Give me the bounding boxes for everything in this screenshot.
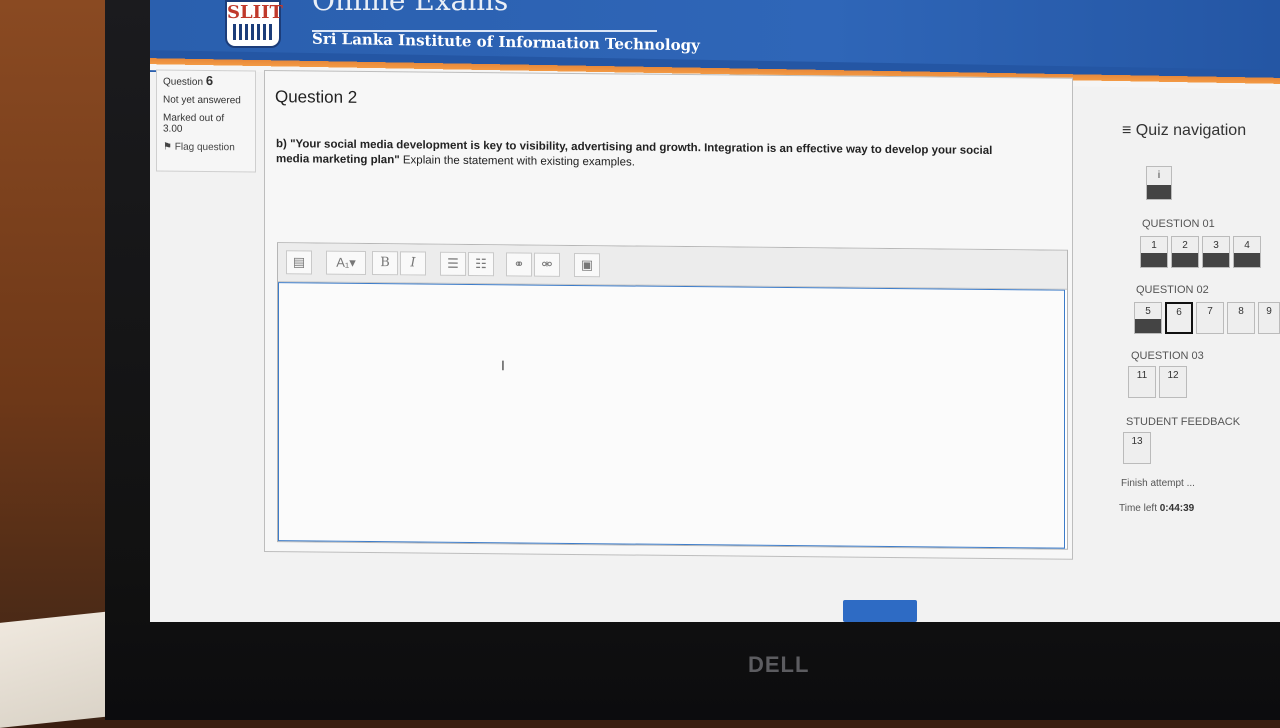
quiz-nav-button-13[interactable]: 13: [1123, 432, 1151, 464]
time-left: Time left 0:44:39: [1119, 503, 1195, 514]
quiz-nav-button-4[interactable]: 4: [1233, 236, 1261, 268]
unordered-list-button[interactable]: ☰: [440, 251, 466, 276]
section-label-student-feedback: STUDENT FEEDBACK: [1126, 416, 1241, 428]
marks-label: Marked out of: [163, 112, 225, 125]
quiz-nav-button-8[interactable]: 8: [1227, 302, 1255, 334]
question-text: b) "Your social media development is key…: [276, 138, 993, 169]
toggle-toolbar-button[interactable]: ▤: [286, 250, 312, 275]
flag-question-link[interactable]: ⚑ Flag question: [163, 142, 249, 154]
time-left-value: 0:44:39: [1159, 503, 1195, 514]
finish-attempt-link[interactable]: Finish attempt ...: [1121, 478, 1195, 489]
marks-value: 3.00: [163, 123, 183, 135]
ordered-list-button[interactable]: ☷: [468, 251, 494, 277]
next-page-button[interactable]: [843, 600, 917, 622]
quiz-nav-button-1[interactable]: 1: [1140, 236, 1168, 268]
question-card: Question 2 b) "Your social media develop…: [264, 70, 1073, 560]
answer-editor: ▤ A₁▾ B I ☰ ☷ ⚭ ⚮ ▣ I: [277, 242, 1068, 550]
laptop-screen: SLIIT Online Exams Sri Lanka Institute o…: [150, 0, 1280, 622]
question-number: 6: [205, 72, 214, 89]
unlink-icon: ⚮: [541, 256, 553, 272]
quiz-nav-button-12[interactable]: 12: [1159, 366, 1187, 398]
question-info-panel: Question 6 Not yet answered Marked out o…: [156, 69, 256, 173]
sliit-logo: SLIIT: [225, 0, 283, 48]
quiz-nav-button-9[interactable]: 9: [1258, 302, 1280, 334]
quiz-navigation-title: ≡ Quiz navigation: [1122, 122, 1247, 139]
image-icon: ▣: [580, 257, 594, 273]
quiz-nav-button-2[interactable]: 2: [1171, 236, 1199, 268]
quiz-nav-button-5[interactable]: 5: [1134, 302, 1162, 334]
quiz-nav-button-6[interactable]: 6: [1165, 302, 1193, 334]
numbered-list-icon: ☷: [475, 256, 487, 272]
section-label-question-02: QUESTION 02: [1136, 284, 1209, 296]
bullet-list-icon: ☰: [447, 255, 459, 271]
bold-button[interactable]: B: [372, 251, 398, 276]
italic-button[interactable]: I: [400, 251, 426, 276]
paragraph-styles-button[interactable]: A₁▾: [326, 250, 366, 275]
quiz-info-button[interactable]: i: [1146, 166, 1172, 200]
dell-logo: DELL: [748, 652, 810, 677]
question-title: Question 2: [275, 87, 358, 107]
quiz-navigation: ≡ Quiz navigation i QUESTION 01 1 2 3 4 …: [1116, 92, 1280, 552]
section-label-question-01: QUESTION 01: [1142, 218, 1215, 230]
menu-icon: ≡: [1122, 122, 1132, 139]
text-cursor-icon: I: [501, 357, 505, 374]
quiz-nav-button-3[interactable]: 3: [1202, 236, 1230, 268]
link-button[interactable]: ⚭: [506, 252, 532, 277]
answer-textarea[interactable]: I: [278, 282, 1065, 549]
section-label-question-03: QUESTION 03: [1131, 350, 1204, 362]
quiz-nav-button-7[interactable]: 7: [1196, 302, 1224, 334]
quiz-nav-button-11[interactable]: 11: [1128, 366, 1156, 398]
unlink-button[interactable]: ⚮: [534, 252, 560, 277]
image-button[interactable]: ▣: [574, 252, 600, 278]
toolbar-toggle-icon: ▤: [292, 254, 306, 270]
question-status: Not yet answered: [163, 94, 241, 107]
site-title: Online Exams: [312, 0, 509, 17]
link-icon: ⚭: [513, 256, 525, 272]
flag-icon: ⚑: [163, 141, 172, 153]
